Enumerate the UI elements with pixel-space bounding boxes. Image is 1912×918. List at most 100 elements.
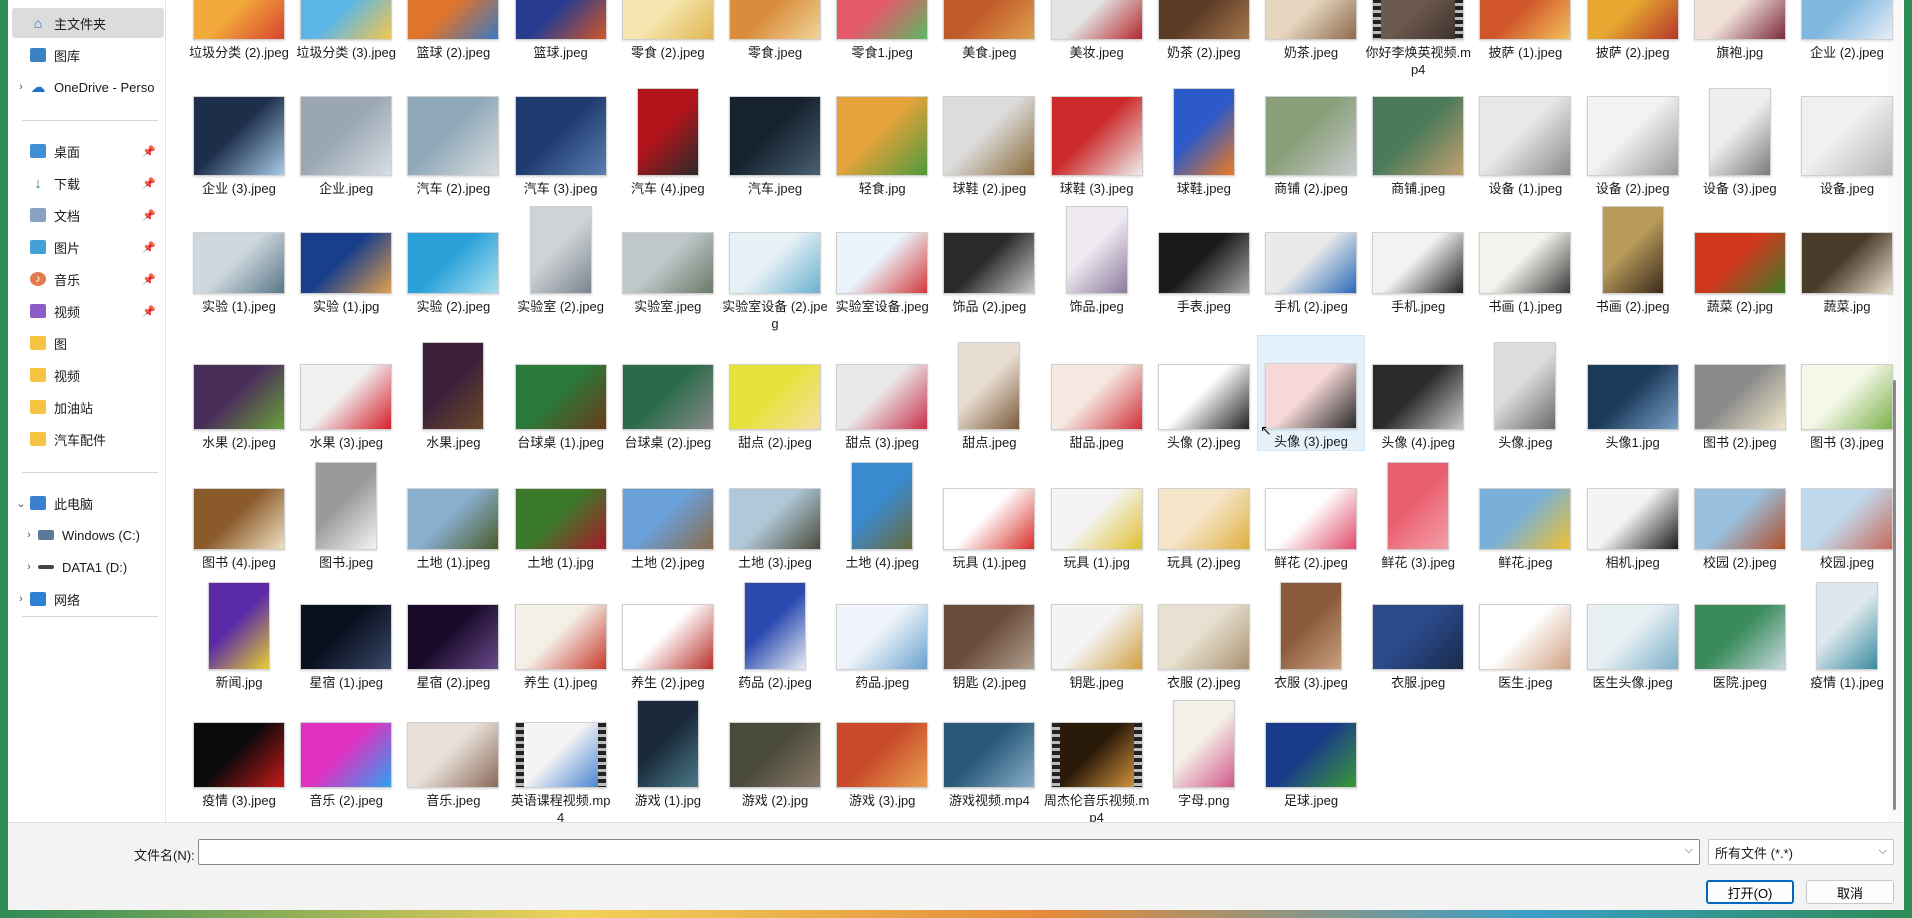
- file-item[interactable]: 土地 (4).jpeg: [829, 456, 935, 571]
- file-item[interactable]: 篮球.jpeg: [508, 0, 614, 61]
- file-item[interactable]: 医生头像.jpeg: [1580, 576, 1686, 691]
- file-item[interactable]: 手表.jpeg: [1151, 200, 1257, 315]
- file-item[interactable]: 疫情 (1).jpeg: [1794, 576, 1900, 691]
- file-item[interactable]: 甜点.jpeg: [936, 336, 1042, 451]
- file-item[interactable]: 实验 (1).jpeg: [186, 200, 292, 315]
- file-item[interactable]: 游戏视频.mp4: [936, 694, 1042, 809]
- sidebar-item[interactable]: › Windows (C:): [12, 520, 164, 550]
- file-item[interactable]: 土地 (1).jpeg: [400, 456, 506, 571]
- file-item[interactable]: 实验室设备.jpeg: [829, 200, 935, 315]
- file-item[interactable]: 衣服.jpeg: [1365, 576, 1471, 691]
- file-item[interactable]: 水果.jpeg: [400, 336, 506, 451]
- file-item[interactable]: 养生 (1).jpeg: [508, 576, 614, 691]
- file-item[interactable]: 医生.jpeg: [1472, 576, 1578, 691]
- file-item[interactable]: 企业.jpeg: [293, 82, 399, 197]
- file-item[interactable]: 商铺.jpeg: [1365, 82, 1471, 197]
- file-item[interactable]: 商铺 (2).jpeg: [1258, 82, 1364, 197]
- file-item[interactable]: 音乐 (2).jpeg: [293, 694, 399, 809]
- file-item[interactable]: 玩具 (1).jpeg: [936, 456, 1042, 571]
- file-item[interactable]: 头像.jpeg: [1472, 336, 1578, 451]
- sidebar-item[interactable]: 视频: [12, 360, 164, 390]
- file-item[interactable]: 汽车.jpeg: [722, 82, 828, 197]
- sidebar-item[interactable]: 文档 📌: [12, 200, 164, 230]
- file-item[interactable]: 新闻.jpg: [186, 576, 292, 691]
- chevron-down-icon[interactable]: ⌵: [1685, 844, 1693, 857]
- file-item[interactable]: 疫情 (3).jpeg: [186, 694, 292, 809]
- file-item[interactable]: 书画 (2).jpeg: [1580, 200, 1686, 315]
- file-item[interactable]: 甜点 (3).jpeg: [829, 336, 935, 451]
- file-item[interactable]: 球鞋 (2).jpeg: [936, 82, 1042, 197]
- file-item[interactable]: 玩具 (1).jpg: [1044, 456, 1150, 571]
- filename-combobox[interactable]: ⌵: [198, 839, 1700, 865]
- file-item[interactable]: 零食.jpeg: [722, 0, 828, 61]
- file-item[interactable]: 汽车 (2).jpeg: [400, 82, 506, 197]
- file-item[interactable]: 药品 (2).jpeg: [722, 576, 828, 691]
- file-item[interactable]: 汽车 (3).jpeg: [508, 82, 614, 197]
- file-item[interactable]: 土地 (3).jpeg: [722, 456, 828, 571]
- file-item[interactable]: 衣服 (3).jpeg: [1258, 576, 1364, 691]
- file-item[interactable]: 甜点 (2).jpeg: [722, 336, 828, 451]
- sidebar-item[interactable]: 图: [12, 328, 164, 358]
- file-item[interactable]: 图书 (4).jpeg: [186, 456, 292, 571]
- file-item[interactable]: 甜品.jpeg: [1044, 336, 1150, 451]
- file-item[interactable]: 旗袍.jpg: [1687, 0, 1793, 61]
- file-item[interactable]: 鲜花 (2).jpeg: [1258, 456, 1364, 571]
- file-item[interactable]: 设备 (2).jpeg: [1580, 82, 1686, 197]
- file-item[interactable]: 实验室设备 (2).jpeg: [722, 200, 828, 332]
- file-item[interactable]: 游戏 (3).jpg: [829, 694, 935, 809]
- file-item[interactable]: 球鞋 (3).jpeg: [1044, 82, 1150, 197]
- sidebar-item[interactable]: 汽车配件: [12, 424, 164, 454]
- file-item[interactable]: 零食 (2).jpeg: [615, 0, 721, 61]
- sidebar-item[interactable]: ⌂ 主文件夹: [12, 8, 164, 38]
- sidebar-item[interactable]: ♪ 音乐 📌: [12, 264, 164, 294]
- file-item[interactable]: 校园 (2).jpeg: [1687, 456, 1793, 571]
- sidebar-item[interactable]: › 网络: [12, 584, 164, 614]
- file-item[interactable]: 手机 (2).jpeg: [1258, 200, 1364, 315]
- sidebar-item[interactable]: 桌面 📌: [12, 136, 164, 166]
- filetype-select[interactable]: 所有文件 (*.*) ⌵: [1708, 839, 1894, 865]
- file-item[interactable]: 玩具 (2).jpeg: [1151, 456, 1257, 571]
- chevron-down-icon[interactable]: ⌵: [1879, 845, 1887, 858]
- file-item[interactable]: 篮球 (2).jpeg: [400, 0, 506, 61]
- file-item[interactable]: 水果 (2).jpeg: [186, 336, 292, 451]
- file-item[interactable]: 轻食.jpg: [829, 82, 935, 197]
- file-item[interactable]: 奶茶.jpeg: [1258, 0, 1364, 61]
- file-item[interactable]: 美食.jpeg: [936, 0, 1042, 61]
- file-item[interactable]: 实验 (1).jpg: [293, 200, 399, 315]
- file-item[interactable]: 球鞋.jpeg: [1151, 82, 1257, 197]
- cancel-button[interactable]: 取消: [1806, 880, 1894, 904]
- file-item[interactable]: 零食1.jpeg: [829, 0, 935, 61]
- sidebar-item[interactable]: 加油站: [12, 392, 164, 422]
- file-item[interactable]: 头像 (4).jpeg: [1365, 336, 1471, 451]
- file-item[interactable]: 头像 (3).jpeg: [1257, 335, 1365, 451]
- file-item[interactable]: 垃圾分类 (2).jpeg: [186, 0, 292, 61]
- file-item[interactable]: 蔬菜.jpg: [1794, 200, 1900, 315]
- sidebar-item[interactable]: › DATA1 (D:): [12, 552, 164, 582]
- file-item[interactable]: 饰品 (2).jpeg: [936, 200, 1042, 315]
- sidebar-item[interactable]: 视频 📌: [12, 296, 164, 326]
- file-item[interactable]: 实验 (2).jpeg: [400, 200, 506, 315]
- file-item[interactable]: 水果 (3).jpeg: [293, 336, 399, 451]
- file-item[interactable]: 蔬菜 (2).jpg: [1687, 200, 1793, 315]
- file-item[interactable]: 奶茶 (2).jpeg: [1151, 0, 1257, 61]
- sidebar-item[interactable]: 图片 📌: [12, 232, 164, 262]
- file-item[interactable]: 鲜花 (3).jpeg: [1365, 456, 1471, 571]
- file-item[interactable]: 相机.jpeg: [1580, 456, 1686, 571]
- sidebar-item[interactable]: › ☁ OneDrive - Perso: [12, 72, 164, 102]
- file-item[interactable]: 头像 (2).jpeg: [1151, 336, 1257, 451]
- file-item[interactable]: 衣服 (2).jpeg: [1151, 576, 1257, 691]
- file-item[interactable]: 设备 (1).jpeg: [1472, 82, 1578, 197]
- file-item[interactable]: 鲜花.jpeg: [1472, 456, 1578, 571]
- file-item[interactable]: 星宿 (1).jpeg: [293, 576, 399, 691]
- file-item[interactable]: 图书 (2).jpeg: [1687, 336, 1793, 451]
- file-item[interactable]: 校园.jpeg: [1794, 456, 1900, 571]
- sidebar-item[interactable]: ⌄ 此电脑: [12, 488, 164, 518]
- file-item[interactable]: 设备.jpeg: [1794, 82, 1900, 197]
- file-item[interactable]: 医院.jpeg: [1687, 576, 1793, 691]
- file-item[interactable]: 手机.jpeg: [1365, 200, 1471, 315]
- file-item[interactable]: 游戏 (2).jpg: [722, 694, 828, 809]
- file-item[interactable]: 企业 (3).jpeg: [186, 82, 292, 197]
- file-item[interactable]: 图书.jpeg: [293, 456, 399, 571]
- file-item[interactable]: 图书 (3).jpeg: [1794, 336, 1900, 451]
- file-item[interactable]: 垃圾分类 (3).jpeg: [293, 0, 399, 61]
